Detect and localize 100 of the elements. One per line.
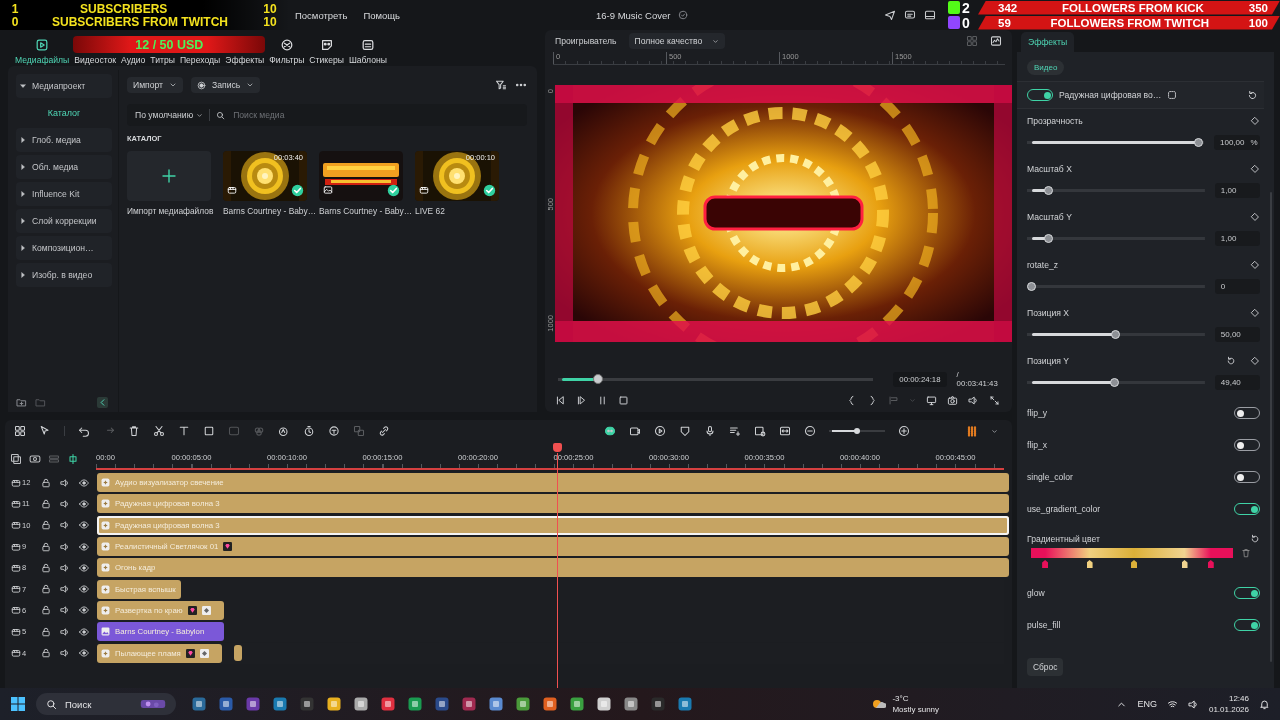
lock-icon[interactable] [41,605,51,616]
lock-icon[interactable] [41,626,51,637]
search-box[interactable]: Поиск [36,693,176,715]
speaker-icon[interactable] [60,562,70,573]
camera-icon[interactable] [947,395,958,406]
app-icon[interactable] [353,696,369,712]
timeline-clip[interactable] [233,645,242,661]
media-tab[interactable]: Медиафайлы [14,53,71,67]
chart-icon[interactable] [990,35,1002,47]
layout-icon[interactable] [14,425,26,437]
pause-icon[interactable] [597,395,608,406]
film-icon[interactable] [11,477,21,488]
list-icon[interactable] [729,425,741,437]
search-field[interactable]: Поиск медиа [209,104,527,126]
zoom-out-icon[interactable] [804,425,816,437]
app-icon[interactable] [407,696,423,712]
meter-icon[interactable] [966,425,978,437]
sidebar-item[interactable]: Слой коррекции [16,209,112,233]
import-dropdown[interactable]: Импорт [127,77,184,93]
app-icon[interactable] [434,696,450,712]
lock-icon[interactable] [41,541,51,552]
ai-icon[interactable] [278,425,290,437]
previous-frame-icon[interactable] [555,395,566,406]
speaker-icon[interactable] [60,626,70,637]
app-icon[interactable] [596,696,612,712]
eye-icon[interactable] [79,562,89,573]
slider-thumb[interactable] [854,428,860,434]
send-icon[interactable] [884,9,896,21]
media-icon[interactable] [35,37,50,52]
media-tab[interactable]: Аудио [120,53,147,67]
eye-icon[interactable] [79,605,89,616]
search-input[interactable]: Поиск медиа [231,109,527,121]
layout-icon[interactable] [924,9,936,21]
color-stop[interactable] [1131,560,1137,568]
speaker-icon[interactable] [60,605,70,616]
reset-icon[interactable] [1250,534,1260,544]
film-icon[interactable] [11,562,21,573]
sidebar-item[interactable]: Глоб. медиа [16,128,112,152]
eye-icon[interactable] [79,520,89,531]
microphone-icon[interactable] [704,425,716,437]
app-icon[interactable] [677,696,693,712]
app-icon[interactable] [650,696,666,712]
import-tile[interactable] [127,151,211,201]
sticker-icon[interactable] [319,37,334,52]
sidebar-item[interactable]: Influence Kit [16,182,112,206]
app-icon[interactable] [461,696,477,712]
eye-icon[interactable] [79,477,89,488]
keyframe-icon[interactable] [1250,308,1260,318]
next-frame-icon[interactable] [576,395,587,406]
add-track-icon[interactable] [10,453,22,465]
undo-icon[interactable] [78,425,90,437]
bell-icon[interactable] [1259,698,1270,710]
reset-icon[interactable] [1226,356,1236,366]
video-chip[interactable]: Видео [1027,60,1065,75]
link-icon[interactable] [378,425,390,437]
app-icon[interactable] [272,696,288,712]
timer-icon[interactable] [303,425,315,437]
preview-icon[interactable] [754,425,766,437]
link-track-icon[interactable] [29,453,41,465]
film-icon[interactable] [11,541,21,552]
app-icon[interactable] [218,696,234,712]
speech-icon[interactable] [328,425,340,437]
media-tab[interactable]: Переходы [178,53,222,67]
app-icon[interactable] [245,696,261,712]
speaker-icon[interactable] [60,648,70,658]
menu-item[interactable]: Помощь [363,9,401,21]
sidebar-item[interactable]: Медиапроект [16,74,112,98]
media-tab[interactable]: Эффекты [224,53,266,67]
collapse-icon[interactable] [97,397,108,408]
robot-icon[interactable] [604,425,616,437]
scissors-icon[interactable] [153,425,165,437]
keyframe-icon[interactable] [1250,116,1260,126]
film-icon[interactable] [11,605,21,616]
fullscreen-icon[interactable] [989,395,1000,406]
eye-icon[interactable] [79,541,89,552]
snap-icon[interactable] [67,453,79,465]
app-icon[interactable] [299,696,315,712]
record-dropdown[interactable]: Запись [191,77,261,93]
media-tab[interactable]: Видеосток [73,53,118,67]
camera-icon[interactable] [629,425,641,437]
playhead[interactable] [552,443,562,452]
trash-icon[interactable] [128,425,140,437]
translate-icon[interactable] [353,425,365,437]
media-tab[interactable]: Фильтры [268,53,306,67]
sort-dropdown[interactable]: По умолчанию [127,104,210,126]
text-icon[interactable] [178,425,190,437]
eye-icon[interactable] [79,584,89,595]
zoom-in-icon[interactable] [898,425,910,437]
lock-icon[interactable] [41,648,51,658]
gradient-bar[interactable] [1031,548,1233,568]
start-icon[interactable] [10,696,26,712]
keyframe-icon[interactable] [1250,164,1260,174]
shield-icon[interactable] [679,425,691,437]
folder-icon[interactable] [16,397,27,408]
speaker-icon[interactable] [60,541,70,552]
sidebar-item[interactable]: Каталог [16,101,112,125]
lock-icon[interactable] [41,562,51,573]
film-icon[interactable] [11,648,21,658]
caret-icon[interactable] [991,427,998,435]
stop-icon[interactable] [618,395,629,406]
